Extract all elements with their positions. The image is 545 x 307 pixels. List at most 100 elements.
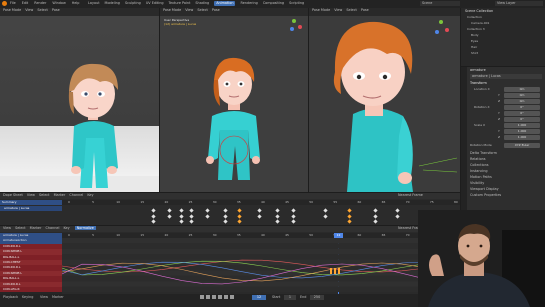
keyframe[interactable] bbox=[189, 219, 194, 224]
tab-compositing[interactable]: Compositing bbox=[263, 1, 284, 6]
gizmo-y-icon[interactable] bbox=[292, 19, 296, 23]
gizmo-z-icon[interactable] bbox=[290, 27, 294, 31]
start-frame-field[interactable]: 1 bbox=[284, 295, 296, 300]
navigation-gizmo[interactable] bbox=[288, 18, 304, 34]
menu-view[interactable]: View bbox=[40, 295, 48, 300]
keyframe[interactable] bbox=[275, 219, 280, 224]
dope-sheet[interactable]: Dope Sheet View Select Marker Channel Ke… bbox=[0, 193, 460, 225]
location-y-field[interactable]: 0m bbox=[504, 93, 540, 98]
menu-select[interactable]: Select bbox=[39, 193, 49, 197]
end-frame-field[interactable]: 250 bbox=[310, 295, 324, 300]
keyframe[interactable] bbox=[323, 214, 328, 219]
menu-marker[interactable]: Marker bbox=[30, 226, 42, 230]
keyframe[interactable] bbox=[395, 208, 400, 213]
scale-x-field[interactable]: 1.000 bbox=[504, 123, 540, 128]
keyframe[interactable] bbox=[347, 208, 352, 213]
keyframe[interactable] bbox=[189, 214, 194, 219]
jump-end-icon[interactable] bbox=[230, 295, 234, 299]
dopesheet-keyframes[interactable] bbox=[62, 205, 460, 225]
viewport-right[interactable]: Pose Mode View Select Pose bbox=[309, 8, 460, 192]
keyframe[interactable] bbox=[237, 219, 242, 224]
keyframe[interactable] bbox=[323, 208, 328, 213]
menu-pose[interactable]: Pose bbox=[52, 8, 60, 13]
viewport-left[interactable]: Pose Mode View Select Pose bbox=[0, 8, 159, 192]
keyframe[interactable] bbox=[347, 219, 352, 224]
fcurve-area[interactable] bbox=[62, 238, 460, 294]
keyframe[interactable] bbox=[291, 214, 296, 219]
menu-marker[interactable]: Marker bbox=[52, 295, 64, 300]
dopesheet-mode-dropdown[interactable]: Dope Sheet bbox=[3, 193, 23, 197]
scale-y-field[interactable]: 1.000 bbox=[504, 129, 540, 134]
keyframe[interactable] bbox=[223, 214, 228, 219]
rotation-x-field[interactable]: 0° bbox=[504, 105, 540, 110]
keyframe[interactable] bbox=[395, 214, 400, 219]
keyframe[interactable] bbox=[151, 214, 156, 219]
tab-modeling[interactable]: Modeling bbox=[105, 1, 120, 6]
keyframe[interactable] bbox=[205, 214, 210, 219]
keyframe[interactable] bbox=[223, 219, 228, 224]
tab-layout[interactable]: Layout bbox=[88, 1, 100, 6]
mode-dropdown[interactable]: Pose Mode bbox=[163, 8, 181, 13]
menu-keying[interactable]: Keying bbox=[22, 295, 33, 300]
character-figure[interactable] bbox=[198, 50, 270, 192]
viewport-center[interactable]: Pose Mode View Select Pose User Perspect… bbox=[160, 8, 308, 192]
menu-select[interactable]: Select bbox=[197, 8, 207, 13]
menu-render[interactable]: Render bbox=[34, 1, 46, 6]
keyframe[interactable] bbox=[257, 208, 262, 213]
keyframe[interactable] bbox=[373, 214, 378, 219]
menu-channel[interactable]: Channel bbox=[45, 226, 59, 230]
tab-sculpting[interactable]: Sculpting bbox=[125, 1, 141, 6]
menu-channel[interactable]: Channel bbox=[69, 193, 83, 197]
menu-view[interactable]: View bbox=[185, 8, 193, 13]
keyframe[interactable] bbox=[237, 214, 242, 219]
mode-dropdown[interactable]: Pose Mode bbox=[312, 8, 330, 13]
selected-keyframe[interactable] bbox=[338, 268, 340, 274]
scale-z-field[interactable]: 1.000 bbox=[504, 135, 540, 140]
view-layer-selector[interactable]: View Layer bbox=[495, 1, 543, 6]
tab-shading[interactable]: Shading bbox=[195, 1, 209, 6]
normalize-toggle[interactable]: Normalize bbox=[74, 226, 96, 230]
menu-marker[interactable]: Marker bbox=[54, 193, 66, 197]
keyframe[interactable] bbox=[223, 208, 228, 213]
keyframe[interactable] bbox=[179, 208, 184, 213]
menu-window[interactable]: Window bbox=[52, 1, 65, 6]
keyframe[interactable] bbox=[275, 214, 280, 219]
next-key-icon[interactable] bbox=[224, 295, 228, 299]
keyframe[interactable] bbox=[347, 214, 352, 219]
menu-view[interactable]: View bbox=[334, 8, 342, 13]
gizmo-x-icon[interactable] bbox=[298, 25, 302, 29]
menu-key[interactable]: Key bbox=[63, 226, 69, 230]
menu-playback[interactable]: Playback bbox=[3, 295, 18, 300]
keyframe[interactable] bbox=[167, 208, 172, 213]
selected-keyframe[interactable] bbox=[334, 268, 336, 274]
menu-select[interactable]: Select bbox=[346, 8, 356, 13]
tab-uv-editing[interactable]: UV Editing bbox=[146, 1, 164, 6]
menu-select[interactable]: Select bbox=[15, 226, 25, 230]
keyframe[interactable] bbox=[179, 214, 184, 219]
keyframe[interactable] bbox=[151, 208, 156, 213]
keyframe[interactable] bbox=[189, 208, 194, 213]
selected-keyframe[interactable] bbox=[330, 268, 332, 274]
rotation-y-field[interactable]: 0° bbox=[504, 111, 540, 116]
keyframe[interactable] bbox=[151, 219, 156, 224]
dopesheet-armature-channel[interactable]: armature | Lucas bbox=[0, 206, 62, 211]
menu-edit[interactable]: Edit bbox=[22, 1, 29, 6]
play-icon[interactable] bbox=[218, 295, 222, 299]
location-z-field[interactable]: 0m bbox=[504, 99, 540, 104]
current-frame-field[interactable]: 12 bbox=[252, 295, 266, 300]
outliner-row-shirt[interactable]: Shirt bbox=[463, 51, 543, 57]
keyframe[interactable] bbox=[291, 208, 296, 213]
snap-dropdown[interactable]: Nearest Frame bbox=[398, 193, 423, 198]
menu-pose[interactable]: Pose bbox=[212, 8, 220, 13]
keyframe[interactable] bbox=[205, 208, 210, 213]
prev-key-icon[interactable] bbox=[206, 295, 210, 299]
dopesheet-summary-channel[interactable]: Summary bbox=[0, 200, 62, 205]
keyframe[interactable] bbox=[291, 219, 296, 224]
keyframe[interactable] bbox=[237, 208, 242, 213]
menu-key[interactable]: Key bbox=[87, 193, 93, 197]
graph-editor[interactable]: View Select Marker Channel Key Normalize… bbox=[0, 226, 460, 294]
menu-view[interactable]: View bbox=[25, 8, 33, 13]
keyframe[interactable] bbox=[275, 208, 280, 213]
keyframe[interactable] bbox=[373, 208, 378, 213]
rotation-mode-dropdown[interactable]: XYZ Euler bbox=[504, 143, 540, 148]
